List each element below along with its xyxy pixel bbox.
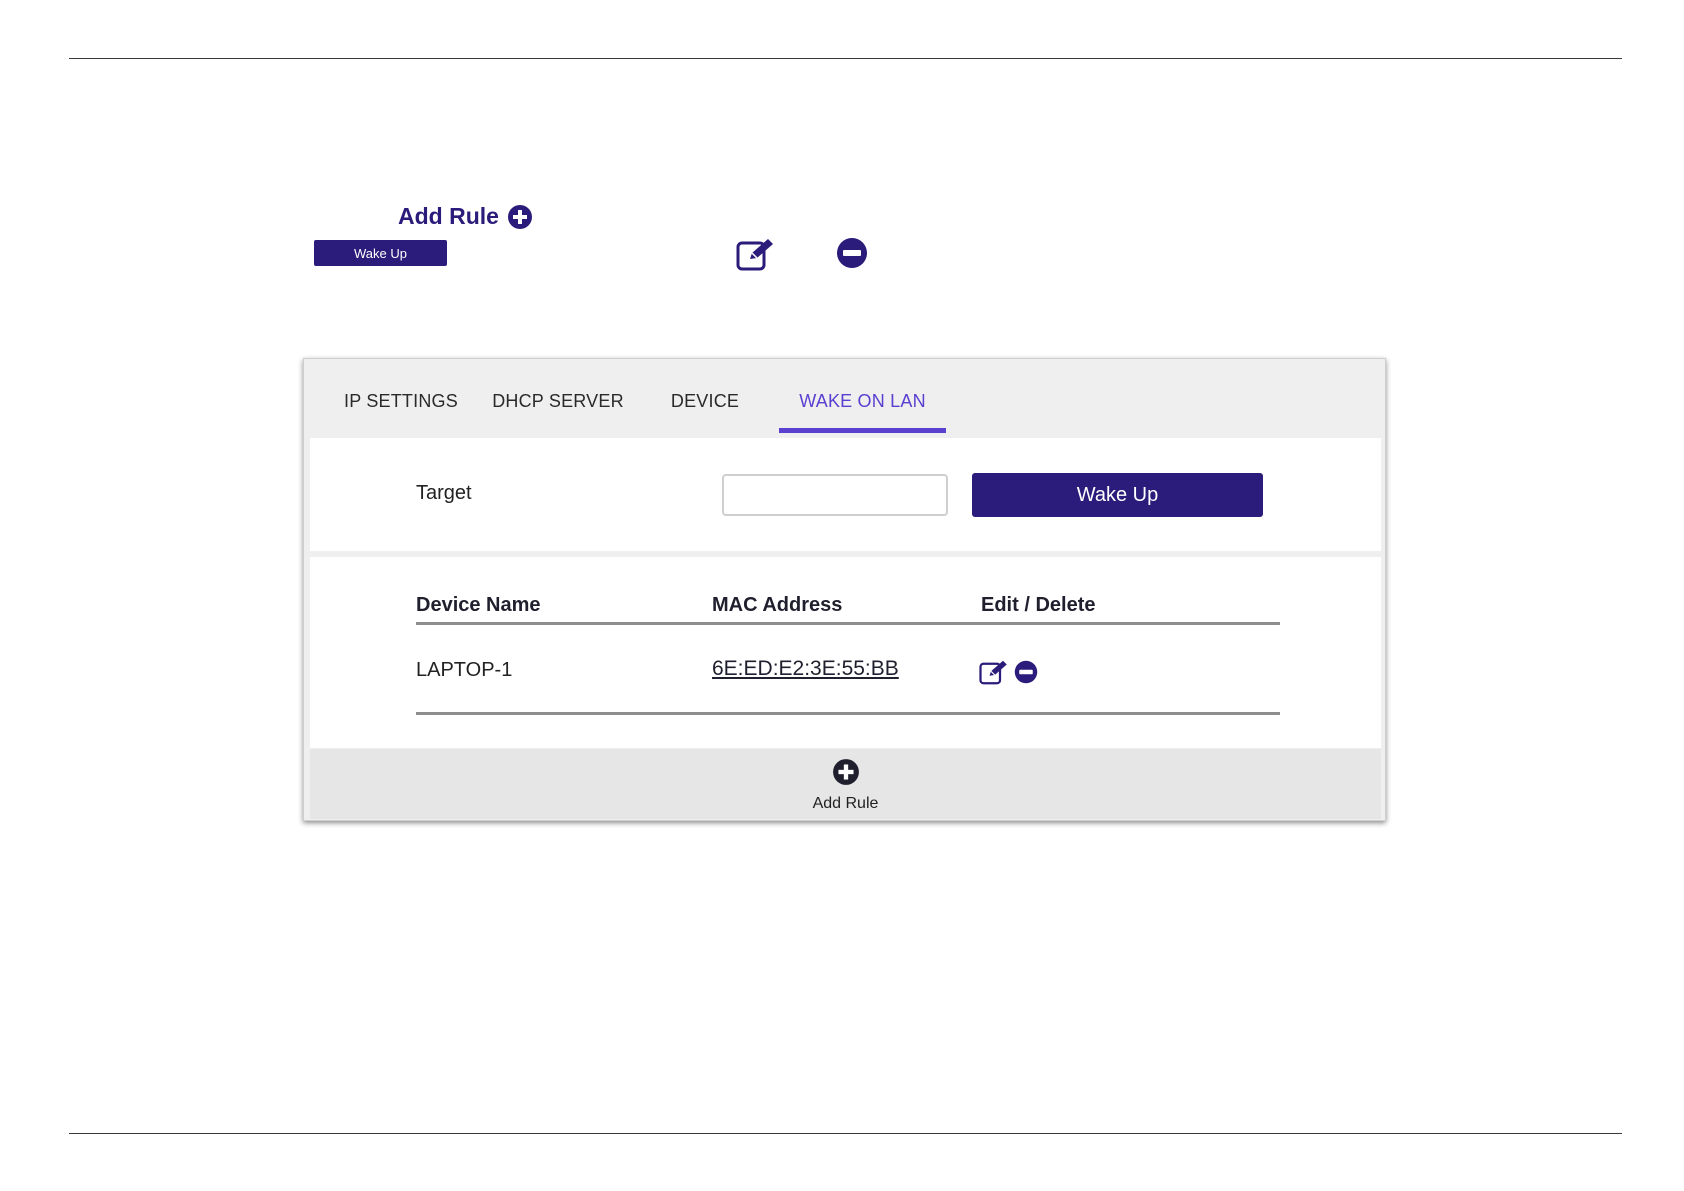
device-name-cell: LAPTOP-1 xyxy=(416,659,513,681)
column-header-device-name: Device Name xyxy=(416,594,541,616)
legend-add-rule: Add Rule xyxy=(398,203,533,230)
wake-on-lan-panel: IP SETTINGS DHCP SERVER DEVICE LIST WAKE… xyxy=(303,358,1386,821)
rules-table: Device Name MAC Address Edit / Delete LA… xyxy=(310,557,1381,748)
header-rule xyxy=(69,58,1622,59)
edit-icon xyxy=(736,239,773,271)
tab-wake-on-lan[interactable]: WAKE ON LAN xyxy=(779,359,946,435)
footer-rule xyxy=(69,1133,1622,1134)
target-input[interactable] xyxy=(722,474,948,516)
column-header-edit-delete: Edit / Delete xyxy=(981,594,1096,616)
row-divider xyxy=(416,712,1280,715)
edit-icon[interactable] xyxy=(979,659,1009,685)
add-rule-footer: Add Rule xyxy=(310,749,1381,819)
legend-add-rule-label: Add Rule xyxy=(398,203,499,229)
add-rule-button[interactable]: Add Rule xyxy=(310,749,1381,819)
plus-circle-icon xyxy=(507,204,532,229)
legend-wake-up-button: Wake Up xyxy=(314,240,447,266)
delete-icon[interactable] xyxy=(1014,660,1038,684)
header-divider xyxy=(416,622,1280,625)
tab-device-list[interactable]: DEVICE LIST xyxy=(649,359,761,495)
wake-up-button[interactable]: Wake Up xyxy=(972,473,1263,517)
tab-ip-settings[interactable]: IP SETTINGS xyxy=(333,359,469,435)
active-tab-indicator xyxy=(779,428,946,433)
wake-target-section: Target Wake Up xyxy=(310,438,1381,551)
column-header-mac-address: MAC Address xyxy=(712,594,843,616)
plus-circle-icon xyxy=(833,759,859,785)
target-label: Target xyxy=(416,482,472,504)
tab-dhcp-server[interactable]: DHCP SERVER xyxy=(487,359,629,435)
add-rule-label: Add Rule xyxy=(812,795,879,812)
mac-address-link[interactable]: 6E:ED:E2:3E:55:BB xyxy=(712,657,899,681)
minus-circle-icon xyxy=(837,238,867,268)
tab-bar: IP SETTINGS DHCP SERVER DEVICE LIST WAKE… xyxy=(304,359,1385,495)
